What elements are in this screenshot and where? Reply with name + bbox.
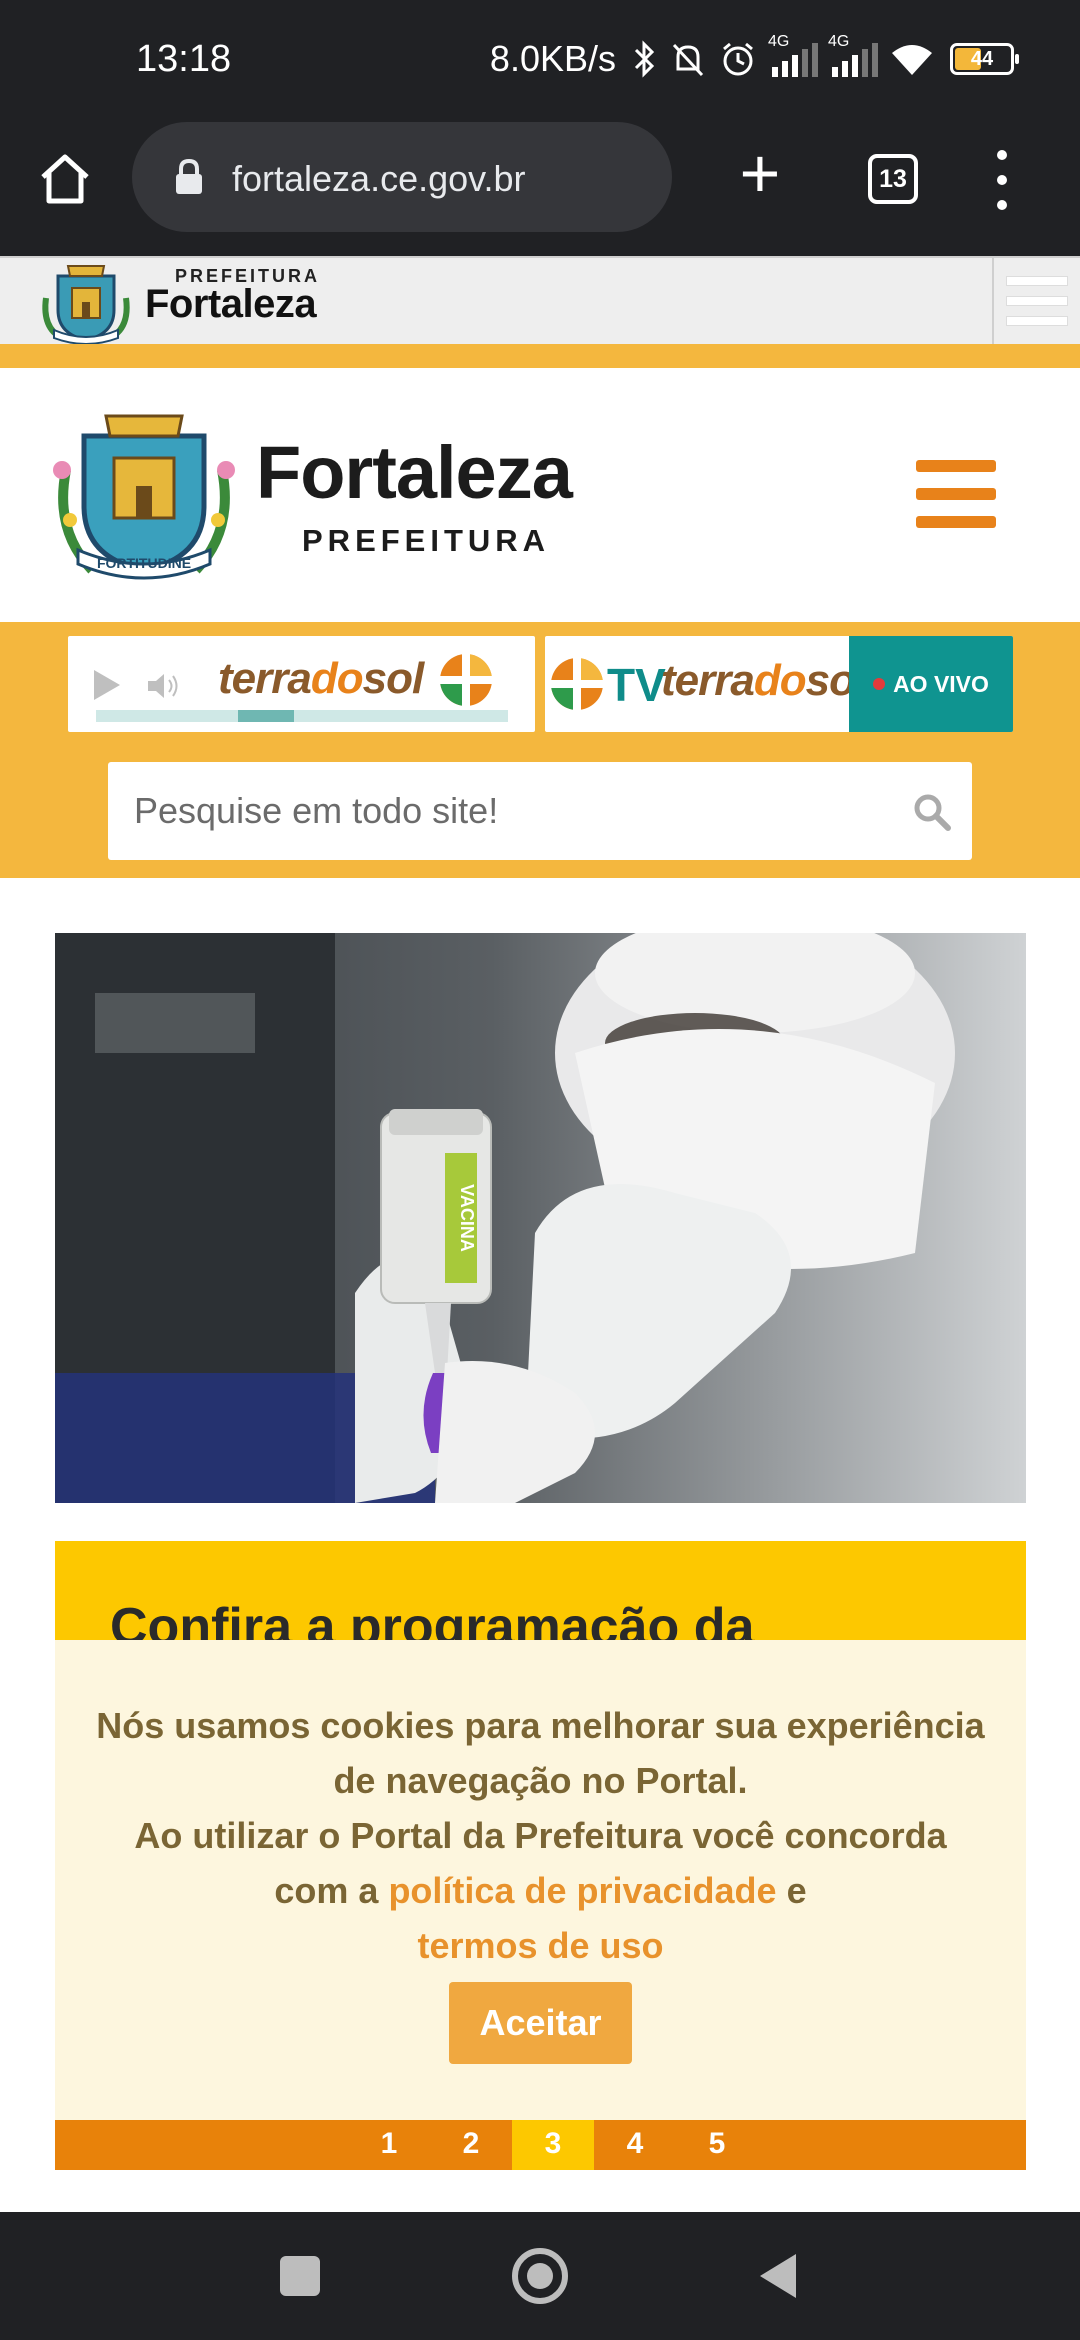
signal-1-type: 4G: [768, 33, 790, 50]
volume-icon[interactable]: [146, 672, 180, 700]
privacy-policy-link[interactable]: política de privacidade: [388, 1870, 776, 1911]
bluetooth-icon: [634, 40, 655, 78]
news-slide-caption[interactable]: Confira a programação da: [55, 1541, 1026, 1641]
radio-player[interactable]: terradosol: [68, 636, 535, 732]
terradosol-sun-icon: [551, 658, 603, 710]
signal-icon: 4G: [828, 33, 878, 77]
home-icon: [41, 154, 89, 204]
sticky-header: PREFEITURA Fortaleza: [0, 256, 1080, 346]
network-speed: 8.0KB/s: [489, 38, 616, 79]
terradosol-sun-icon: [440, 654, 492, 706]
signal-icon: 4G: [768, 33, 818, 77]
home-nav-button[interactable]: [512, 2248, 568, 2304]
accept-cookies-button[interactable]: Aceitar: [449, 1982, 632, 2064]
crest-motto: FORTITUDINE: [97, 555, 191, 571]
slide-pager: 1 2 3 4 5: [55, 2120, 1026, 2170]
search-icon[interactable]: [912, 792, 952, 832]
city-crest-logo[interactable]: [32, 258, 140, 346]
radio-progress-bar[interactable]: [96, 710, 508, 722]
site-title: Fortaleza: [256, 431, 573, 514]
alarm-icon: [723, 42, 753, 76]
tv-prefix: TV: [607, 659, 666, 711]
pager-page-5[interactable]: 5: [676, 2120, 758, 2170]
vaccine-photo: VACINA: [55, 933, 1026, 1503]
cookie-line-1: Nós usamos cookies para melhorar sua exp…: [96, 1705, 985, 1801]
browser-menu-button[interactable]: [990, 150, 1014, 210]
lock-icon: [176, 158, 202, 194]
radio-brand: terradosol: [218, 654, 424, 703]
header-stripe: [0, 344, 1080, 368]
header-fortaleza-label: Fortaleza: [145, 282, 317, 326]
home-button[interactable]: [30, 144, 100, 214]
pager-page-3[interactable]: 3: [512, 2120, 594, 2170]
wifi-icon: [892, 45, 932, 75]
url-text: fortaleza.ce.gov.br: [232, 158, 526, 199]
tab-switcher-button[interactable]: 13: [868, 154, 918, 204]
pager-page-2[interactable]: 2: [430, 2120, 512, 2170]
status-bar: 13:18 8.0KB/s 4G 4G 44: [0, 0, 1080, 120]
battery-level: 44: [970, 48, 994, 70]
signal-2-type: 4G: [828, 33, 850, 50]
city-crest-logo[interactable]: FORTITUDINE: [44, 410, 244, 580]
site-subtitle: PREFEITURA: [302, 523, 551, 558]
vial-label: VACINA: [457, 1184, 477, 1252]
status-time: 13:18: [136, 38, 232, 80]
pager-page-4[interactable]: 4: [594, 2120, 676, 2170]
mute-bell-icon: [672, 43, 704, 77]
tv-live-banner[interactable]: TV terradosol AO VIVO: [545, 636, 1013, 732]
battery-icon: 44: [950, 43, 1019, 75]
news-slide-image[interactable]: VACINA: [55, 933, 1026, 1503]
status-icons: 8.0KB/s 4G 4G 44: [489, 33, 1019, 84]
site-search: [108, 762, 972, 860]
site-header: FORTITUDINE Fortaleza PREFEITURA: [0, 368, 1080, 622]
cookie-conjunction: e: [786, 1870, 807, 1911]
news-slide-title[interactable]: Confira a programação da: [110, 1597, 754, 1641]
tv-brand: terradosol: [661, 656, 867, 705]
cookie-consent-banner: Nós usamos cookies para melhorar sua exp…: [55, 1640, 1026, 2120]
system-nav-bar: [0, 2212, 1080, 2340]
play-icon[interactable]: [94, 670, 120, 700]
search-input[interactable]: [108, 762, 888, 860]
sticky-menu-button[interactable]: [992, 258, 1080, 344]
terms-of-use-link[interactable]: termos de uso: [417, 1925, 663, 1966]
new-tab-button[interactable]: +: [730, 138, 790, 210]
address-bar[interactable]: fortaleza.ce.gov.br: [132, 122, 672, 232]
main-menu-button[interactable]: [916, 460, 996, 528]
browser-toolbar: fortaleza.ce.gov.br + 13: [0, 120, 1080, 256]
cookie-message: Nós usamos cookies para melhorar sua exp…: [95, 1698, 986, 1973]
back-button[interactable]: [760, 2254, 796, 2298]
recents-button[interactable]: [280, 2256, 320, 2296]
live-dot-icon: [873, 678, 886, 690]
pager-page-1[interactable]: 1: [348, 2120, 430, 2170]
media-band: terradosol TV terradosol AO VIVO: [0, 622, 1080, 878]
live-badge: AO VIVO: [849, 636, 1013, 732]
